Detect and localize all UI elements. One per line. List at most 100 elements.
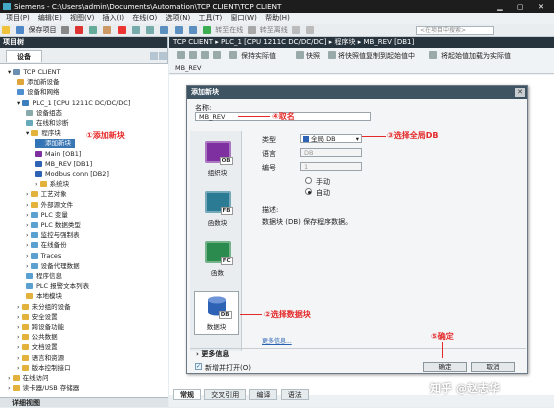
collapse-icon[interactable] bbox=[213, 51, 221, 59]
manual-radio[interactable] bbox=[305, 177, 312, 184]
paste-icon[interactable] bbox=[103, 26, 112, 34]
project-search-input[interactable]: <在项目中搜索> bbox=[416, 26, 494, 35]
tree-expander-icon[interactable]: › bbox=[17, 343, 22, 351]
auto-radio[interactable] bbox=[305, 188, 312, 195]
go-offline-button[interactable]: 转至离线 bbox=[260, 26, 288, 34]
tree-item[interactable]: › Traces bbox=[26, 252, 61, 261]
tree-item[interactable]: › PLC 数据类型 bbox=[26, 221, 81, 230]
tree-item[interactable]: › 安全设置 bbox=[17, 313, 58, 322]
menu-insert[interactable]: 插入(I) bbox=[103, 14, 125, 22]
tree-expander-icon[interactable]: › bbox=[17, 333, 22, 341]
go-online-button[interactable]: 转至在线 bbox=[215, 26, 243, 34]
tree-item[interactable]: › PLC 变量 bbox=[26, 211, 68, 220]
tree-item[interactable]: › 在线备份 bbox=[26, 241, 67, 250]
tree-item[interactable]: 程序信息 bbox=[26, 272, 62, 281]
save-project-button[interactable]: 保存项目 bbox=[28, 26, 56, 34]
expand-icon[interactable] bbox=[201, 51, 209, 59]
tree-expander-icon[interactable]: › bbox=[35, 180, 40, 188]
snapshot-icon[interactable] bbox=[296, 51, 304, 59]
menu-online[interactable]: 在线(O) bbox=[132, 14, 157, 22]
tree-item[interactable]: ▾ TCP CLIENT bbox=[8, 68, 60, 77]
add-row-icon[interactable] bbox=[189, 51, 197, 59]
tree-item[interactable]: 设备和网络 bbox=[17, 88, 60, 97]
insert-row-icon[interactable] bbox=[177, 51, 185, 59]
delete-icon[interactable] bbox=[117, 26, 126, 34]
menu-help[interactable]: 帮助(H) bbox=[265, 14, 290, 22]
cancel-button[interactable]: 取消 bbox=[471, 362, 515, 372]
copy-icon[interactable] bbox=[89, 26, 98, 34]
copy-snapshot-icon[interactable] bbox=[328, 51, 336, 59]
tree-item[interactable]: MB_REV [DB1] bbox=[35, 160, 92, 169]
block-tile-fb[interactable]: FB 函数块 bbox=[195, 191, 240, 227]
tree-item[interactable]: 添加新块 bbox=[35, 139, 75, 149]
cut-icon[interactable] bbox=[74, 26, 83, 34]
tree-item[interactable]: 添加新设备 bbox=[17, 78, 60, 87]
tree-options-icon[interactable] bbox=[159, 52, 167, 60]
devices-tab[interactable]: 设备 bbox=[6, 50, 42, 62]
download-icon[interactable] bbox=[174, 26, 183, 34]
tree-expander-icon[interactable]: › bbox=[17, 364, 22, 372]
load-start-icon[interactable] bbox=[429, 51, 437, 59]
tree-expander-icon[interactable]: › bbox=[26, 241, 31, 249]
tree-view-icon[interactable] bbox=[150, 52, 158, 60]
tree-item[interactable]: PLC 报警文本列表 bbox=[26, 282, 89, 291]
tree-item[interactable]: › 跨设备功能 bbox=[17, 323, 64, 332]
new-project-icon[interactable] bbox=[2, 26, 10, 34]
tree-item[interactable]: › 读卡器/USB 存储器 bbox=[8, 384, 79, 393]
print-icon[interactable] bbox=[60, 26, 69, 34]
type-select[interactable]: 全局 DB ▾ bbox=[300, 134, 362, 143]
menu-edit[interactable]: 编辑(E) bbox=[38, 14, 62, 22]
tree-item[interactable]: Main [OB1] bbox=[35, 150, 81, 159]
block-tile-db[interactable]: DB 数据块 bbox=[194, 291, 239, 335]
snapshot-button[interactable]: 快照 bbox=[306, 51, 320, 61]
keep-actual-values-button[interactable]: 保持实际值 bbox=[241, 51, 276, 61]
tree-expander-icon[interactable]: › bbox=[17, 354, 22, 362]
upload-icon[interactable] bbox=[188, 26, 197, 34]
tree-item[interactable]: › 文档设置 bbox=[17, 343, 58, 352]
tree-item[interactable]: › 在线访问 bbox=[8, 374, 49, 383]
tree-item[interactable]: › 系统块 bbox=[35, 180, 69, 189]
keep-values-icon[interactable] bbox=[229, 51, 237, 59]
tree-expander-icon[interactable]: › bbox=[26, 221, 31, 229]
open-project-icon[interactable] bbox=[16, 26, 25, 34]
tree-item[interactable]: 本地模块 bbox=[26, 292, 62, 301]
more-info-expander[interactable]: › 更多信息 bbox=[190, 348, 526, 358]
open-checkbox[interactable]: ✓ bbox=[195, 363, 202, 370]
tree-item[interactable]: › 公共数据 bbox=[17, 333, 58, 342]
load-start-values-button[interactable]: 将起始值加载为实际值 bbox=[441, 51, 511, 61]
tree-expander-icon[interactable]: › bbox=[26, 231, 31, 239]
tree-item[interactable]: › 监控与强制表 bbox=[26, 231, 80, 240]
tree-expander-icon[interactable]: › bbox=[26, 190, 31, 198]
tree-expander-icon[interactable]: › bbox=[17, 313, 22, 321]
redo-icon[interactable] bbox=[146, 26, 155, 34]
tree-item[interactable]: › 语言和资源 bbox=[17, 354, 64, 363]
stop-cpu-icon[interactable] bbox=[306, 26, 315, 34]
ok-button[interactable]: 确定 bbox=[423, 362, 467, 372]
tree-item[interactable]: Modbus conn [DB2] bbox=[35, 170, 109, 179]
tree-expander-icon[interactable]: › bbox=[26, 211, 31, 219]
menu-tools[interactable]: 工具(T) bbox=[198, 14, 222, 22]
tree-expander-icon[interactable]: › bbox=[17, 323, 22, 331]
tree-item[interactable]: › 设备代理数据 bbox=[26, 262, 80, 271]
tree-item[interactable]: › 外部源文件 bbox=[26, 201, 73, 210]
tree-item[interactable]: 设备组态 bbox=[26, 109, 62, 118]
tree-expander-icon[interactable]: › bbox=[26, 252, 31, 260]
tab-cross-reference[interactable]: 交叉引用 bbox=[204, 389, 247, 400]
compile-icon[interactable] bbox=[160, 26, 169, 34]
tree-expander-icon[interactable]: › bbox=[8, 384, 13, 392]
tab-compile[interactable]: 编译 bbox=[249, 389, 278, 400]
tree-item[interactable]: › 版本控制接口 bbox=[17, 364, 71, 373]
details-view-header[interactable]: 详细视图 bbox=[0, 397, 168, 407]
copy-snapshot-button[interactable]: 将快照值复制到起始值中 bbox=[338, 51, 415, 61]
menu-project[interactable]: 项目(P) bbox=[6, 14, 30, 22]
menu-view[interactable]: 视图(V) bbox=[70, 14, 94, 22]
tab-syntax[interactable]: 语法 bbox=[280, 389, 309, 400]
block-tile-ob[interactable]: OB 组织块 bbox=[195, 141, 240, 177]
tree-item[interactable]: › 未分组的设备 bbox=[17, 303, 71, 312]
menu-window[interactable]: 窗口(W) bbox=[230, 14, 256, 22]
tree-item[interactable]: 在线和诊断 bbox=[26, 119, 69, 128]
block-tile-fc[interactable]: FC 函数 bbox=[195, 241, 240, 277]
menu-options[interactable]: 选项(N) bbox=[166, 14, 191, 22]
window-controls[interactable]: ▁ ▢ ✕ bbox=[497, 0, 550, 13]
go-offline-icon[interactable] bbox=[247, 26, 256, 34]
